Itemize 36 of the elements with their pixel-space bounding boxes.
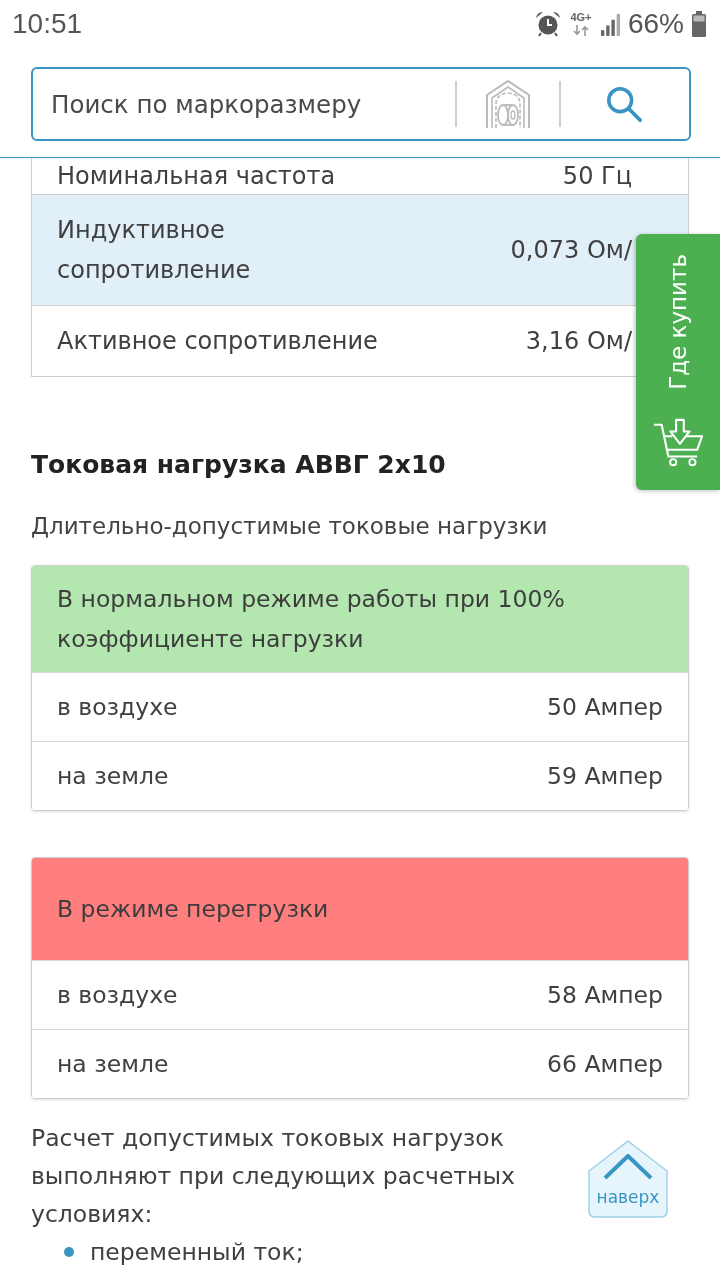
row-label: Индуктивное сопротивление [57,215,252,286]
warehouse-icon[interactable] [485,79,531,129]
search-input[interactable]: Поиск по маркоразмеру [51,82,443,126]
row-value: 66 Ампер [547,1050,663,1078]
status-time: 10:51 [12,8,83,40]
row-label: на земле [57,762,169,790]
battery-icon [692,11,706,37]
row-label: в воздухе [57,693,178,721]
back-to-top-button[interactable]: наверх [588,1140,668,1218]
where-to-buy-tab[interactable]: Где купить [636,234,720,490]
section-title: Токовая нагрузка АВВГ 2х10 [31,449,446,481]
search-field[interactable]: Поиск по маркоразмеру [31,67,691,141]
row-value: 0,073 Ом/ [510,235,632,266]
signal-icon [600,12,620,36]
row-value: 58 Ампер [547,981,663,1009]
data-arrows-icon [572,25,589,36]
cart-icon [652,417,704,468]
row-value: 50 Гц [562,161,632,192]
bullet-icon [64,1247,74,1257]
battery-percent: 66% [627,8,684,40]
list-item-text: переменный ток; [90,1237,304,1268]
row-value: 50 Ампер [547,693,663,721]
row-label: на земле [57,1050,169,1078]
row-value: 3,16 Ом/ [525,326,632,357]
row-label: Номинальная частота [57,161,336,192]
paragraph-text: Расчет допустимых токовых нагрузок выполняют при следующих расчетных условиях: [31,1123,516,1230]
row-label: в воздухе [57,981,178,1009]
alarm-clock-icon [534,11,561,37]
row-label: Активное сопротивление [57,326,378,357]
chevron-up-icon [603,1154,653,1180]
table-header: В нормальном режиме работы при 100% коэффициенте нагрузки [32,566,688,672]
section-subtitle: Длительно-допустимые токовые нагрузки [31,512,549,541]
row-value: 59 Ампер [547,762,663,790]
table-header: В режиме перегрузки [32,858,688,960]
network-type: 4G+ [570,12,592,23]
search-icon[interactable] [605,85,643,123]
